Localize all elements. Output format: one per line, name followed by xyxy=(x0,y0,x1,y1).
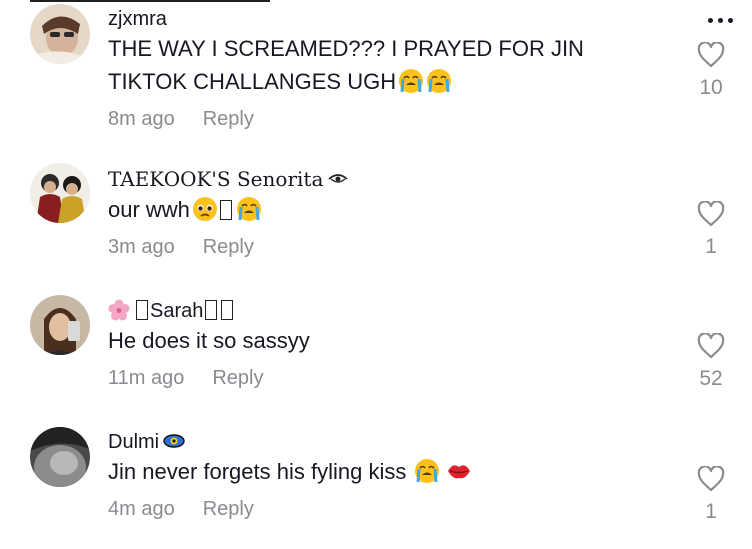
comment-text: our wwh xyxy=(108,193,662,226)
like-count: 10 xyxy=(699,76,723,99)
comment-time: 3m ago xyxy=(108,236,175,258)
loudly-crying-face-emoji-icon xyxy=(415,459,440,483)
like-control: 1 xyxy=(690,466,732,524)
comment-time: 11m ago xyxy=(108,367,185,389)
loudly-crying-face-emoji-icon xyxy=(236,197,261,221)
reply-button[interactable]: Reply xyxy=(203,107,254,131)
comment-time: 8m ago xyxy=(108,108,175,130)
comment-username[interactable]: Dulmi xyxy=(108,431,662,453)
reply-button[interactable]: Reply xyxy=(212,366,263,390)
comment-username[interactable]: Sarah xyxy=(108,299,662,322)
comment-text: THE WAY I SCREAMED??? I PRAYED FOR JIN T… xyxy=(108,36,584,94)
reply-button[interactable]: Reply xyxy=(203,497,254,521)
heart-icon[interactable] xyxy=(697,201,725,227)
unsupported-glyph-box xyxy=(219,200,232,220)
cherry-blossom-emoji-icon xyxy=(108,299,130,321)
top-divider xyxy=(30,0,270,2)
more-options-button[interactable] xyxy=(700,10,740,30)
unsupported-glyph-box xyxy=(205,300,218,320)
loudly-crying-face-emoji-icon xyxy=(427,69,452,93)
like-count: 52 xyxy=(699,367,723,390)
heart-icon[interactable] xyxy=(697,333,725,359)
comment-username[interactable]: TAEKOOK'S Senorita xyxy=(108,168,662,191)
comment-text: He does it so sassyy xyxy=(108,328,310,353)
dot-icon xyxy=(707,17,713,23)
eye-emoji-icon xyxy=(328,174,348,183)
avatar[interactable] xyxy=(30,163,90,223)
kiss-lips-emoji-icon xyxy=(448,465,471,479)
avatar[interactable] xyxy=(30,427,90,487)
like-count: 1 xyxy=(705,235,717,258)
like-count: 1 xyxy=(705,500,717,523)
dot-icon xyxy=(717,17,723,23)
like-control: 52 xyxy=(690,333,732,391)
like-control: 10 xyxy=(690,42,732,100)
unsupported-glyph-box xyxy=(136,300,148,320)
avatar[interactable] xyxy=(30,295,90,355)
comment-username[interactable]: zjxmra xyxy=(108,8,662,30)
comment-text: Jin never forgets his fyling kiss xyxy=(108,455,662,488)
like-control: 1 xyxy=(690,201,732,259)
loudly-crying-face-emoji-icon xyxy=(399,69,424,93)
unsupported-glyph-box xyxy=(221,300,234,320)
reply-button[interactable]: Reply xyxy=(203,235,254,259)
heart-icon[interactable] xyxy=(697,466,725,492)
eye-emoji-icon xyxy=(163,434,185,448)
avatar[interactable] xyxy=(30,4,90,64)
comment-time: 4m ago xyxy=(108,498,175,520)
heart-icon[interactable] xyxy=(697,42,725,68)
pleading-face-emoji-icon xyxy=(192,197,217,221)
dot-icon xyxy=(727,17,733,23)
